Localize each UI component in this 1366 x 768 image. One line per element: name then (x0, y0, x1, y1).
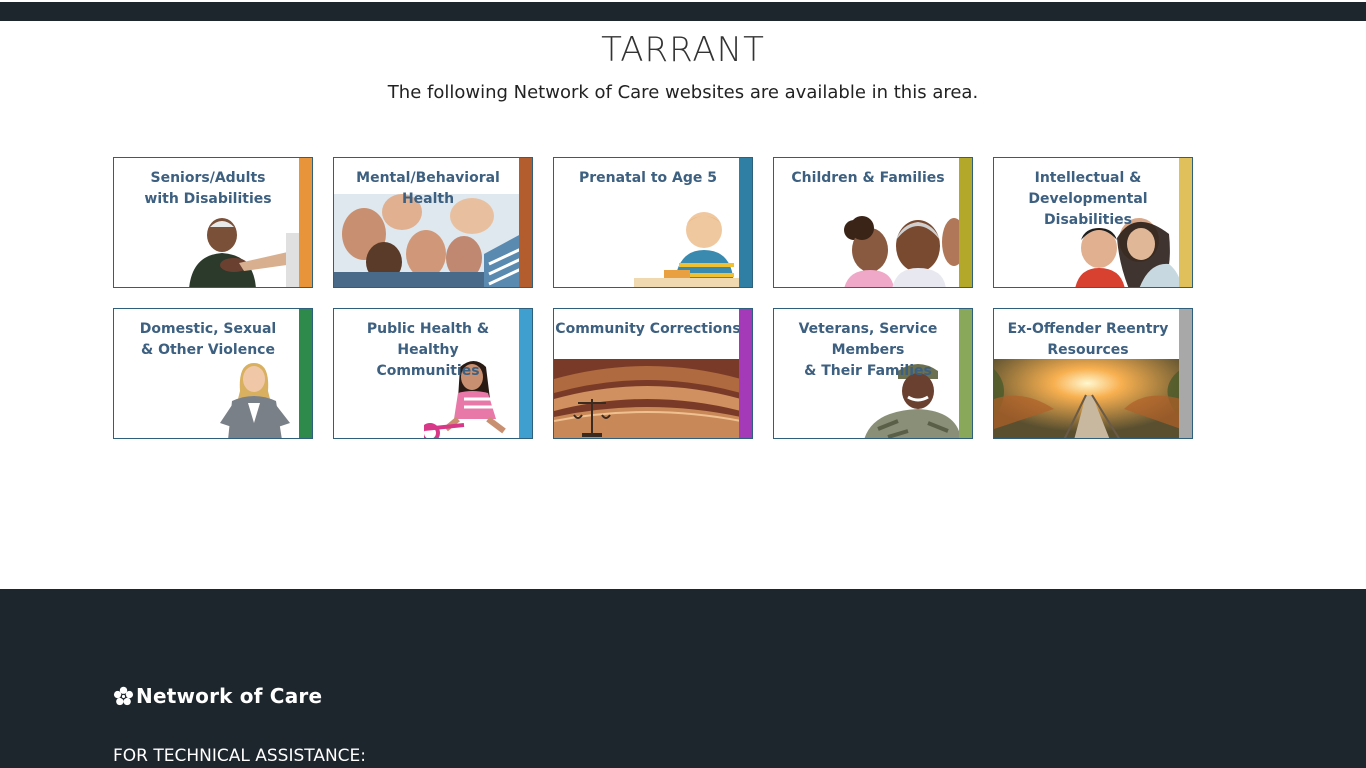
seniors-photo-icon (184, 213, 301, 287)
card-label-line2: with Disabilities (144, 191, 272, 207)
card-label-line2: Communities (376, 363, 480, 379)
card-label-line1: Veterans, Service Members (798, 321, 938, 358)
card-label-line1: Mental/Behavioral Health (356, 170, 500, 207)
card-label: Domestic, Sexual & Other Violence (114, 319, 302, 361)
flower-logo-icon (113, 686, 134, 705)
card-color-stripe (959, 158, 972, 287)
card-label: Children & Families (774, 168, 962, 189)
card-label: Intellectual & Developmental Disabilitie… (994, 168, 1182, 231)
card-label: Veterans, Service Members & Their Famili… (774, 319, 962, 382)
top-bar (0, 0, 1366, 21)
toddler-photo-icon (634, 210, 741, 287)
card-color-stripe (959, 309, 972, 438)
card-public-health-communities[interactable]: Public Health & Healthy Communities (333, 308, 533, 439)
page-title: TARRANT (601, 30, 765, 70)
card-veterans-service-members[interactable]: Veterans, Service Members & Their Famili… (773, 308, 973, 439)
card-color-stripe (1179, 309, 1192, 438)
card-label: Ex-Offender Reentry Resources (994, 319, 1182, 361)
card-label-line2: Developmental Disabilities (1028, 191, 1148, 228)
card-community-corrections[interactable]: Community Corrections (553, 308, 753, 439)
card-ex-offender-reentry[interactable]: Ex-Offender Reentry Resources (993, 308, 1193, 439)
card-color-stripe (739, 309, 752, 438)
card-seniors-adults[interactable]: Seniors/Adults with Disabilities (113, 157, 313, 288)
card-color-stripe (739, 158, 752, 287)
footer: Network of Care FOR TECHNICAL ASSISTANCE… (0, 589, 1366, 768)
page-subtitle: The following Network of Care websites a… (387, 82, 979, 103)
card-prenatal-to-age-5[interactable]: Prenatal to Age 5 (553, 157, 753, 288)
technical-assistance-label: FOR TECHNICAL ASSISTANCE: (113, 746, 367, 766)
card-label-line1: Public Health & Healthy (366, 321, 490, 358)
card-label: Community Corrections (554, 319, 742, 340)
card-color-stripe (299, 309, 312, 438)
card-label-line2: Resources (1047, 342, 1129, 358)
bridge-sunset-photo-icon (994, 359, 1181, 438)
card-domestic-sexual-violence[interactable]: Domestic, Sexual & Other Violence (113, 308, 313, 439)
network-of-care-logo[interactable]: Network of Care (113, 684, 322, 708)
card-label-line2: & Their Families (804, 363, 932, 379)
card-label: Mental/Behavioral Health (334, 168, 522, 210)
card-children-families[interactable]: Children & Families (773, 157, 973, 288)
card-mental-behavioral-health[interactable]: Mental/Behavioral Health (333, 157, 533, 288)
logo-text: Network of Care (136, 684, 323, 708)
card-label-line1: Ex-Offender Reentry (1007, 321, 1169, 337)
card-label-line1: Intellectual & (1034, 170, 1142, 186)
courtroom-photo-icon (554, 359, 741, 438)
card-label-line1: Domestic, Sexual (139, 321, 277, 337)
family-photo-icon (834, 212, 961, 287)
card-label-line1: Children & Families (791, 170, 945, 186)
card-label-line1: Community Corrections (555, 321, 741, 337)
card-label-line2: & Other Violence (141, 342, 275, 358)
card-color-stripe (1179, 158, 1192, 287)
card-label-line1: Seniors/Adults (150, 170, 266, 186)
card-label: Public Health & Healthy Communities (334, 319, 522, 382)
card-color-stripe (519, 309, 532, 438)
card-color-stripe (299, 158, 312, 287)
card-label: Prenatal to Age 5 (554, 168, 742, 189)
card-label: Seniors/Adults with Disabilities (114, 168, 302, 210)
woman-standing-photo-icon (218, 361, 298, 438)
card-intellectual-developmental-disabilities[interactable]: Intellectual & Developmental Disabilitie… (993, 157, 1193, 288)
card-label-line1: Prenatal to Age 5 (578, 170, 718, 186)
card-color-stripe (519, 158, 532, 287)
